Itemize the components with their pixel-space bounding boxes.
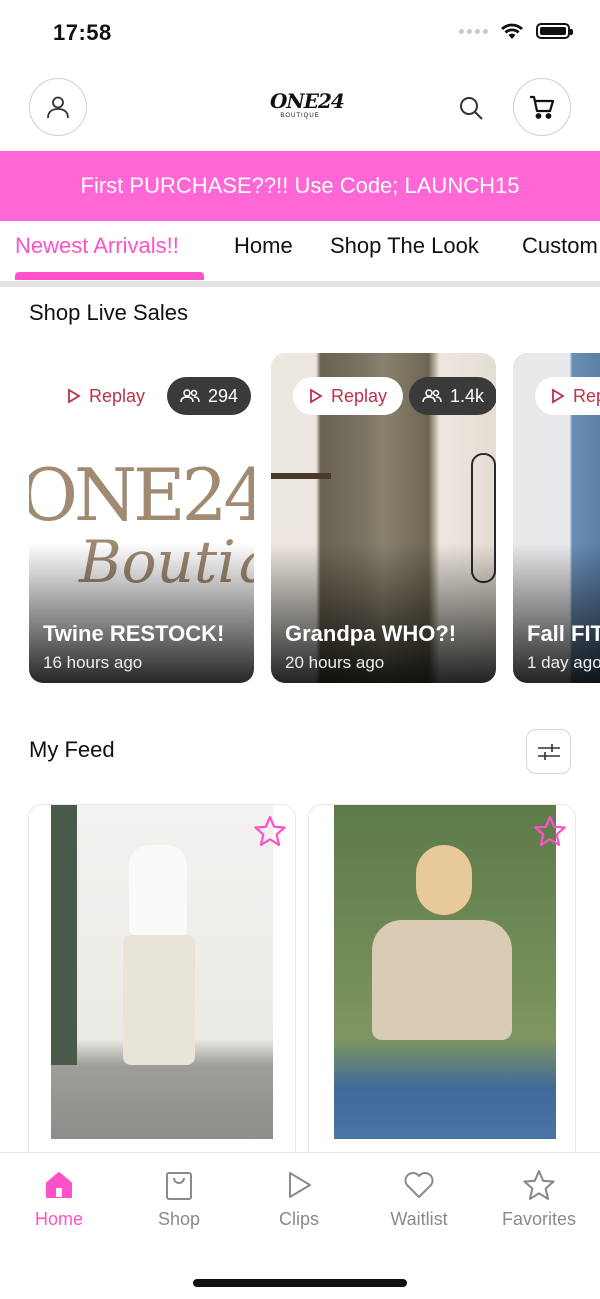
play-icon — [68, 388, 81, 404]
tab-home[interactable]: Home — [234, 233, 293, 259]
user-icon — [47, 96, 69, 119]
promo-text: First PURCHASE??!! Use Code; LAUNCH15 — [80, 173, 520, 198]
live-sale-card[interactable]: ONE24 Boutique Replay 294 Twine RESTOCK!… — [29, 353, 254, 683]
star-icon — [523, 1170, 555, 1200]
replay-label: Replay — [89, 385, 146, 406]
card-timestamp: 1 day ago — [527, 653, 600, 672]
replay-label: Replay — [331, 385, 388, 406]
signal-icon — [459, 28, 488, 34]
nav-clips-label: Clips — [278, 1209, 319, 1229]
home-indicator — [193, 1279, 407, 1287]
viewers-count: 294 — [208, 385, 239, 406]
live-sale-card[interactable]: Replay 1.4k Grandpa WHO?! 20 hours ago — [271, 353, 496, 683]
logo-text: ONE24 — [270, 89, 345, 113]
nav-waitlist[interactable]: Waitlist — [364, 1167, 474, 1230]
wifi-icon — [501, 23, 523, 39]
replay-button[interactable]: Replay — [293, 377, 404, 415]
viewers-icon — [180, 389, 200, 403]
brand-logo[interactable]: ONE24 BOUTIQUE — [270, 89, 345, 126]
replay-button[interactable]: Replay — [535, 377, 600, 415]
home-icon — [46, 1172, 72, 1198]
tab-shop-the-look[interactable]: Shop The Look — [330, 233, 479, 259]
product-card[interactable] — [28, 804, 296, 1164]
viewers-count: 1.4k — [450, 385, 485, 406]
nav-shop[interactable]: Shop — [124, 1167, 234, 1230]
tab-custom[interactable]: Custom — [522, 233, 598, 259]
product-card[interactable] — [308, 804, 576, 1164]
nav-clips[interactable]: Clips — [244, 1167, 354, 1230]
replay-button[interactable]: Replay — [51, 377, 161, 415]
play-icon — [552, 388, 565, 404]
product-image — [51, 805, 273, 1139]
nav-favorites-label: Favorites — [501, 1209, 577, 1229]
card-timestamp: 20 hours ago — [285, 653, 385, 672]
favorite-star-icon[interactable] — [533, 815, 567, 847]
status-icons — [459, 22, 573, 40]
live-sales-title: Shop Live Sales — [29, 300, 188, 325]
logo-subtext: BOUTIQUE — [280, 113, 320, 119]
promo-banner[interactable]: First PURCHASE??!! Use Code; LAUNCH15 — [0, 151, 600, 221]
shopping-bag-icon — [166, 1172, 192, 1200]
thumbnail-logo-text: ONE24 — [29, 453, 254, 537]
nav-shop-label: Shop — [157, 1209, 201, 1229]
product-image — [334, 805, 556, 1139]
heart-icon — [404, 1172, 434, 1198]
live-sale-card[interactable]: Replay Fall FIT 1 day ago — [513, 353, 600, 683]
battery-icon — [536, 23, 573, 39]
viewers-icon — [422, 389, 442, 403]
cart-icon — [530, 95, 555, 119]
status-time: 17:58 — [53, 20, 112, 45]
feed-title: My Feed — [29, 737, 115, 762]
viewers-badge: 294 — [167, 377, 252, 415]
category-tabs: Newest Arrivals!! Home Shop The Look Cus… — [0, 221, 600, 283]
replay-label: Replay — [573, 385, 600, 406]
cart-button[interactable] — [513, 78, 571, 136]
feed-filter-button[interactable] — [526, 729, 571, 774]
app-header: ONE24 BOUTIQUE — [0, 78, 600, 138]
nav-waitlist-label: Waitlist — [390, 1209, 448, 1229]
bottom-nav: Home Shop Clips Waitlist Favorites — [0, 1152, 600, 1299]
profile-button[interactable] — [29, 78, 87, 136]
play-icon — [310, 388, 323, 404]
play-icon — [289, 1172, 311, 1198]
status-bar: 17:58 — [0, 0, 600, 64]
search-icon — [460, 97, 483, 120]
card-title: Twine RESTOCK! — [43, 621, 225, 646]
nav-home-label: Home — [34, 1209, 83, 1229]
sliders-icon — [537, 743, 560, 760]
nav-home[interactable]: Home — [4, 1167, 114, 1230]
favorite-star-icon[interactable] — [253, 815, 287, 847]
card-title: Grandpa WHO?! — [285, 621, 457, 646]
search-button[interactable] — [455, 92, 487, 124]
nav-favorites[interactable]: Favorites — [484, 1167, 594, 1230]
card-timestamp: 16 hours ago — [43, 653, 143, 672]
viewers-badge: 1.4k — [409, 377, 496, 415]
card-title: Fall FIT — [527, 621, 600, 646]
tabs-divider — [0, 281, 600, 287]
active-tab-indicator — [15, 272, 204, 280]
tab-newest-arrivals[interactable]: Newest Arrivals!! — [15, 233, 179, 259]
